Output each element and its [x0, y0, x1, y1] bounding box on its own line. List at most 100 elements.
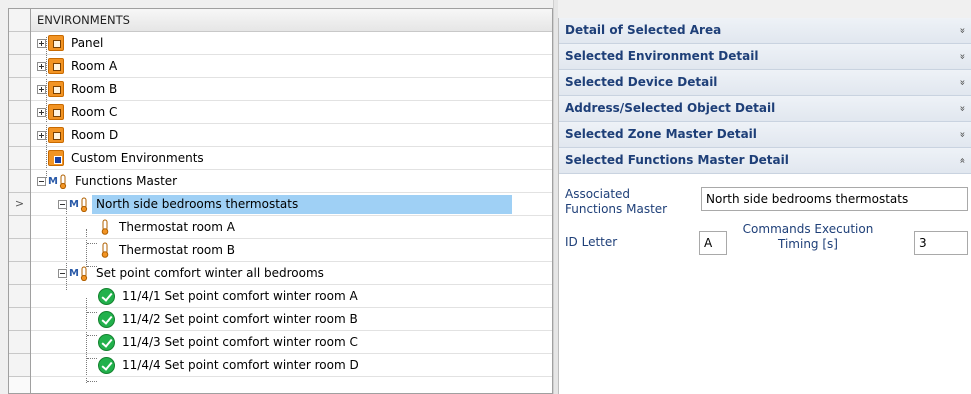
row-header[interactable]	[9, 78, 30, 101]
label-line: Commands Execution	[742, 222, 874, 236]
tree-row-room-c[interactable]: Room C	[31, 101, 552, 124]
tree-node-label[interactable]: Room A	[67, 57, 121, 76]
expand-chevron-icon[interactable]: »	[949, 131, 971, 137]
row-header[interactable]	[9, 262, 30, 285]
tree-row-panel[interactable]: Panel	[31, 32, 552, 55]
tree-node-label[interactable]: 11/4/1 Set point comfort winter room A	[118, 287, 362, 306]
thermostat-icon	[98, 219, 112, 235]
environment-icon	[48, 81, 64, 97]
row-header[interactable]	[9, 147, 30, 170]
section-selected-environment-detail[interactable]: Selected Environment Detail »	[558, 44, 971, 70]
check-icon	[98, 333, 115, 351]
section-address-selected-object-detail[interactable]: Address/Selected Object Detail »	[558, 96, 971, 122]
row-header[interactable]	[9, 331, 30, 354]
section-title: Selected Zone Master Detail	[565, 127, 757, 141]
environment-icon	[48, 35, 64, 51]
check-icon	[98, 287, 115, 305]
tree-node-label[interactable]: 11/4/2 Set point comfort winter room B	[118, 310, 362, 329]
tree-row-room-b[interactable]: Room B	[31, 78, 552, 101]
section-title: Selected Functions Master Detail	[565, 153, 789, 167]
label-line: Functions Master	[565, 202, 668, 216]
tree-row-room-d[interactable]: Room D	[31, 124, 552, 147]
row-header[interactable]	[9, 170, 30, 193]
tree-row-address-11-4-1[interactable]: 11/4/1 Set point comfort winter room A	[31, 285, 552, 308]
expand-icon[interactable]	[37, 84, 46, 94]
tree-row-north-side-bedrooms-thermostats[interactable]: M North side bedrooms thermostats	[31, 193, 552, 216]
tree-node-label[interactable]: 11/4/4 Set point comfort winter room D	[118, 356, 363, 375]
row-header[interactable]	[9, 32, 30, 55]
tree-row-functions-master[interactable]: M Functions Master	[31, 170, 552, 193]
tree-node-label[interactable]: Thermostat room B	[115, 241, 239, 260]
tree-node-label[interactable]: Custom Environments	[67, 149, 208, 168]
tree-row-thermostat-room-b[interactable]: Thermostat room B	[31, 239, 552, 262]
tree-node-label[interactable]: Room C	[67, 103, 121, 122]
tree-row-room-a[interactable]: Room A	[31, 55, 552, 78]
row-header[interactable]	[9, 285, 30, 308]
tree-node-label[interactable]: North side bedrooms thermostats	[92, 194, 512, 214]
id-letter-field[interactable]: A	[699, 231, 727, 255]
id-letter-label: ID Letter	[565, 235, 618, 249]
check-icon	[98, 356, 115, 374]
row-header[interactable]	[9, 354, 30, 377]
expand-chevron-icon[interactable]: »	[949, 105, 971, 111]
tree-row-address-11-4-3[interactable]: 11/4/3 Set point comfort winter room C	[31, 331, 552, 354]
expand-icon[interactable]	[37, 38, 46, 48]
svg-text:M: M	[69, 199, 79, 210]
collapse-chevron-icon[interactable]: «	[949, 157, 971, 163]
details-panel: Detail of Selected Area » Selected Envir…	[558, 18, 971, 394]
expand-chevron-icon[interactable]: »	[949, 53, 971, 59]
commands-execution-timing-label: Commands Execution Timing [s]	[734, 222, 882, 252]
expand-icon[interactable]	[37, 130, 46, 140]
functions-master-detail-form: Associated Functions Master North side b…	[558, 174, 971, 394]
associated-functions-master-label: Associated Functions Master	[565, 187, 667, 217]
custom-environment-icon	[48, 150, 64, 166]
functions-master-icon: M	[48, 173, 68, 190]
row-header[interactable]	[9, 124, 30, 147]
label-line: Associated	[565, 187, 631, 201]
tree-node-label[interactable]: Room B	[67, 80, 121, 99]
tree-row-set-point-comfort-winter-all-bedrooms[interactable]: M Set point comfort winter all bedrooms	[31, 262, 552, 285]
collapse-icon[interactable]	[37, 176, 46, 186]
row-header-current[interactable]: >	[9, 193, 30, 216]
tree-node-label[interactable]: Panel	[67, 34, 107, 53]
section-detail-of-selected-area[interactable]: Detail of Selected Area »	[558, 18, 971, 44]
associated-functions-master-field[interactable]: North side bedrooms thermostats	[701, 187, 968, 211]
expand-chevron-icon[interactable]: »	[949, 79, 971, 85]
row-header[interactable]	[9, 308, 30, 331]
check-icon	[98, 310, 115, 328]
tree-column-header[interactable]: ENVIRONMENTS	[31, 9, 552, 32]
row-header[interactable]	[9, 216, 30, 239]
tree-node-label[interactable]: Thermostat room A	[115, 218, 239, 237]
row-header[interactable]	[9, 101, 30, 124]
expand-icon[interactable]	[37, 61, 46, 71]
collapse-icon[interactable]	[58, 199, 67, 209]
environment-icon	[48, 104, 64, 120]
svg-text:M: M	[48, 176, 58, 187]
tree-row-address-11-4-2[interactable]: 11/4/2 Set point comfort winter room B	[31, 308, 552, 331]
section-selected-zone-master-detail[interactable]: Selected Zone Master Detail »	[558, 122, 971, 148]
tree-row-thermostat-room-a[interactable]: Thermostat room A	[31, 216, 552, 239]
environments-tree-panel: > ENVIRONMENTS Panel Room A Room B Room …	[8, 8, 553, 394]
section-title: Selected Device Detail	[565, 75, 718, 89]
environment-icon	[48, 58, 64, 74]
row-header[interactable]	[9, 9, 30, 32]
functions-master-icon: M	[69, 196, 89, 213]
row-header[interactable]	[9, 55, 30, 78]
tree-node-label[interactable]: Set point comfort winter all bedrooms	[92, 264, 328, 283]
section-selected-device-detail[interactable]: Selected Device Detail »	[558, 70, 971, 96]
tree-node-label[interactable]: Functions Master	[71, 172, 181, 191]
tree-row-custom-environments[interactable]: Custom Environments	[31, 147, 552, 170]
section-selected-functions-master-detail[interactable]: Selected Functions Master Detail «	[558, 148, 971, 174]
tree-node-label[interactable]: 11/4/3 Set point comfort winter room C	[118, 333, 362, 352]
tree-connector	[87, 381, 97, 382]
collapse-icon[interactable]	[58, 268, 67, 278]
label-line: Timing [s]	[778, 237, 838, 251]
tree-node-label[interactable]: Room D	[67, 126, 122, 145]
row-header-gutter: >	[9, 9, 31, 393]
commands-execution-timing-field[interactable]: 3	[914, 231, 968, 255]
expand-icon[interactable]	[37, 107, 46, 117]
svg-text:M: M	[69, 268, 79, 279]
tree-row-address-11-4-4[interactable]: 11/4/4 Set point comfort winter room D	[31, 354, 552, 377]
row-header[interactable]	[9, 239, 30, 262]
expand-chevron-icon[interactable]: »	[949, 27, 971, 33]
